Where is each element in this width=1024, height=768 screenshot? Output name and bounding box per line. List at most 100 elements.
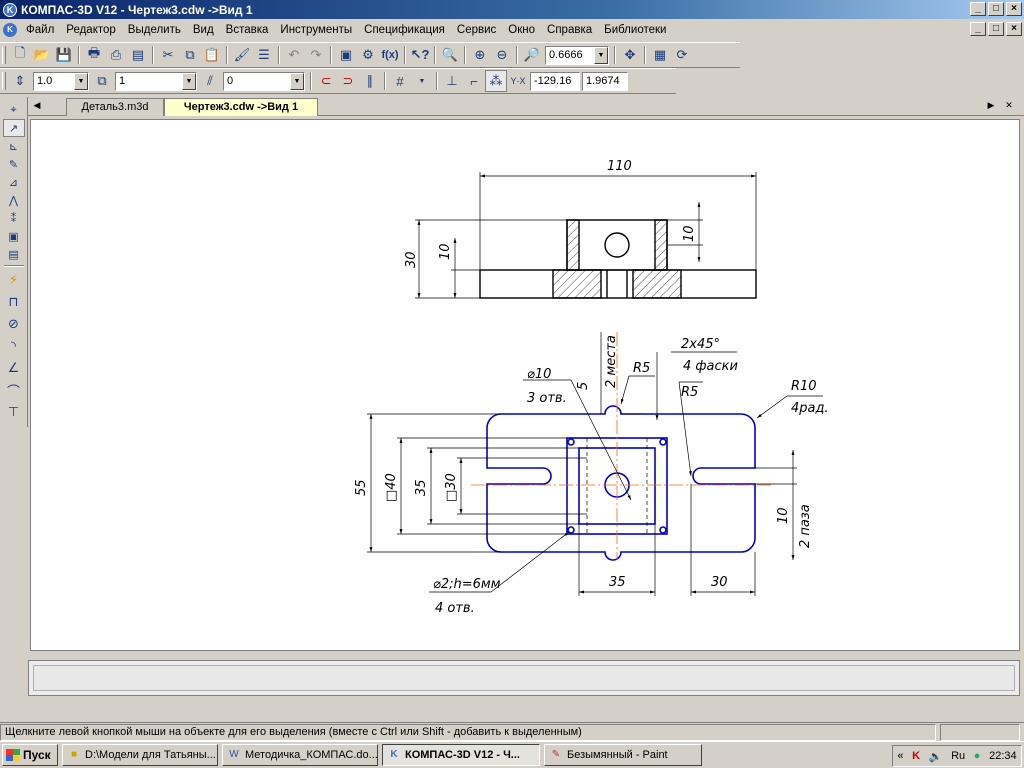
menu-view[interactable]: Вид bbox=[187, 24, 220, 36]
menu-editor[interactable]: Редактор bbox=[60, 24, 122, 36]
layer-icon[interactable]: ⧉ bbox=[91, 70, 113, 92]
maximize-button[interactable]: □ bbox=[988, 2, 1004, 16]
start-button[interactable]: Пуск bbox=[2, 744, 58, 766]
copy-icon[interactable]: ⧉ bbox=[179, 44, 201, 66]
open-folder-icon[interactable]: 📂 bbox=[31, 44, 53, 66]
local-snap-icon[interactable]: ⊃ bbox=[337, 70, 359, 92]
volume-icon[interactable]: 🔈 bbox=[929, 750, 943, 763]
zoom-out-icon[interactable]: ⊖ bbox=[491, 44, 513, 66]
task-explorer[interactable]: ■ D:\Модели для Татьяны... bbox=[62, 744, 218, 766]
linear-dimension-icon[interactable]: ⊓ bbox=[3, 291, 25, 313]
doc-minimize-button[interactable]: _ bbox=[970, 22, 986, 36]
print-icon[interactable]: 🖶 bbox=[83, 44, 105, 66]
snap-magnet-icon[interactable]: ⊂ bbox=[315, 70, 337, 92]
save-icon[interactable]: 💾 bbox=[53, 44, 75, 66]
menu-specification[interactable]: Спецификация bbox=[358, 24, 451, 36]
doc-close-button[interactable]: × bbox=[1006, 22, 1022, 36]
menu-file[interactable]: Файл bbox=[20, 24, 60, 36]
drawing-canvas[interactable]: 110 30 10 10 ⌀10 3 отв. 5 2 места R5 2x4… bbox=[30, 119, 1020, 651]
style-icon[interactable]: ⫽ bbox=[199, 70, 221, 92]
angular-dimension-icon[interactable]: ∠ bbox=[3, 357, 25, 379]
parametrization-icon[interactable]: ⊿ bbox=[3, 173, 25, 191]
coord-y-field[interactable]: 1.9674 bbox=[582, 71, 628, 91]
round-icon[interactable]: ⁂ bbox=[485, 70, 507, 92]
task-kompas[interactable]: K КОМПАС-3D V12 - Ч... bbox=[382, 744, 540, 766]
step-combo[interactable]: 1.0 ▼ bbox=[33, 71, 89, 91]
menu-select[interactable]: Выделить bbox=[122, 24, 187, 36]
grid-icon[interactable]: # bbox=[389, 70, 411, 92]
kompas-app-icon[interactable]: K bbox=[3, 2, 17, 17]
antivirus-icon[interactable]: K bbox=[912, 750, 920, 762]
doc-restore-button[interactable]: □ bbox=[988, 22, 1004, 36]
format-brush-icon[interactable]: 🖌 bbox=[231, 44, 253, 66]
properties-icon[interactable]: ☰ bbox=[253, 44, 275, 66]
menu-help[interactable]: Справка bbox=[541, 24, 598, 36]
chevron-down-icon[interactable]: ▼ bbox=[74, 72, 88, 90]
menu-window[interactable]: Окно bbox=[502, 24, 541, 36]
auto-dimension-icon[interactable]: ⚡ bbox=[3, 269, 25, 291]
chevron-down-icon[interactable]: ▼ bbox=[182, 72, 196, 90]
redo-icon[interactable]: ↷ bbox=[305, 44, 327, 66]
zoom-combo[interactable]: 0.6666 ▼ bbox=[545, 45, 609, 65]
dimensions-icon[interactable]: ↗ bbox=[2, 119, 25, 137]
clock[interactable]: 22:34 bbox=[989, 750, 1017, 762]
style-combo[interactable]: 0 ▼ bbox=[223, 71, 305, 91]
chevron-down-icon[interactable]: ▼ bbox=[290, 72, 304, 90]
network-globe-icon[interactable]: ● bbox=[974, 750, 981, 762]
height-dimension-icon[interactable]: ⊤ bbox=[3, 401, 25, 423]
cut-icon[interactable]: ✂ bbox=[157, 44, 179, 66]
menu-service[interactable]: Сервис bbox=[451, 24, 502, 36]
variables-icon[interactable]: ⚙ bbox=[357, 44, 379, 66]
tray-chevron-icon[interactable]: « bbox=[897, 750, 903, 762]
local-cs-icon[interactable]: ⊥ bbox=[441, 70, 463, 92]
function-icon[interactable]: f(x) bbox=[379, 44, 401, 66]
coord-x-field[interactable]: -129.16 bbox=[530, 71, 580, 91]
document-menu-icon[interactable]: K bbox=[3, 23, 17, 37]
chevron-down-icon[interactable]: ▼ bbox=[594, 46, 608, 64]
zoom-scale-icon[interactable]: 🔎 bbox=[521, 44, 543, 66]
specification-icon[interactable]: ▤ bbox=[3, 245, 25, 263]
zoom-window-icon[interactable]: 🔍 bbox=[439, 44, 461, 66]
side-hole bbox=[604, 232, 630, 258]
tab-detail3[interactable]: Деталь3.m3d bbox=[66, 98, 164, 116]
tab-drawing3[interactable]: Чертеж3.cdw ->Вид 1 bbox=[164, 98, 318, 116]
toolbar-grip[interactable] bbox=[2, 72, 6, 90]
parallel-icon[interactable]: ∥ bbox=[359, 70, 381, 92]
manager-icon[interactable]: ▣ bbox=[335, 44, 357, 66]
tab-scroll-right-icon[interactable]: ▶ bbox=[986, 100, 996, 112]
help-pointer-icon[interactable]: ↖? bbox=[409, 44, 431, 66]
designations-icon[interactable]: ⊾ bbox=[3, 137, 25, 155]
language-indicator[interactable]: Ru bbox=[951, 750, 965, 762]
print-preview-icon[interactable]: ⎙ bbox=[105, 44, 127, 66]
pan-icon[interactable]: ✥ bbox=[619, 44, 641, 66]
menu-tools[interactable]: Инструменты bbox=[274, 24, 358, 36]
rebuild-icon[interactable]: ▦ bbox=[649, 44, 671, 66]
menu-libraries[interactable]: Библиотеки bbox=[598, 24, 672, 36]
diameter-dimension-icon[interactable]: ⊘ bbox=[3, 313, 25, 335]
preview-icon[interactable]: ▤ bbox=[127, 44, 149, 66]
new-document-icon[interactable]: 🗋 bbox=[9, 44, 31, 66]
radial-dimension-icon[interactable]: ◝ bbox=[3, 335, 25, 357]
associative-views-icon[interactable]: ▣ bbox=[3, 227, 25, 245]
close-button[interactable]: × bbox=[1006, 2, 1022, 16]
tab-scroll-left-icon[interactable]: ◀ bbox=[32, 100, 42, 112]
task-word[interactable]: W Методичка_КОМПАС.do... bbox=[222, 744, 378, 766]
refresh-icon[interactable]: ⟳ bbox=[671, 44, 693, 66]
layer-combo[interactable]: 1 ▼ bbox=[115, 71, 197, 91]
zoom-in-icon[interactable]: ⊕ bbox=[469, 44, 491, 66]
edit-icon[interactable]: ✎ bbox=[3, 155, 25, 173]
measure-icon[interactable]: ⋀ bbox=[3, 191, 25, 209]
minimize-button[interactable]: _ bbox=[970, 2, 986, 16]
toolbar-grip[interactable] bbox=[2, 46, 6, 64]
select-icon[interactable]: ⁑ bbox=[3, 209, 25, 227]
tab-close-icon[interactable]: ✕ bbox=[1004, 100, 1014, 112]
menu-insert[interactable]: Вставка bbox=[220, 24, 275, 36]
cursor-step-icon[interactable]: ⇕ bbox=[9, 70, 31, 92]
paste-icon[interactable]: 📋 bbox=[201, 44, 223, 66]
undo-icon[interactable]: ↶ bbox=[283, 44, 305, 66]
arc-dimension-icon[interactable]: ⌒ bbox=[3, 379, 25, 401]
ortho-icon[interactable]: ⌐ bbox=[463, 70, 485, 92]
geometry-icon[interactable]: ⌖ bbox=[3, 101, 25, 119]
task-paint[interactable]: ✎ Безымянный - Paint bbox=[544, 744, 702, 766]
chevron-down-icon[interactable]: ▼ bbox=[411, 70, 433, 92]
